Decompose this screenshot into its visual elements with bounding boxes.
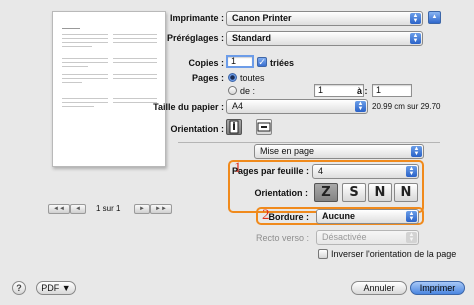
pages-per-sheet-label: Pages par feuille :	[231, 166, 309, 176]
print-button[interactable]: Imprimer	[410, 281, 465, 295]
section-select[interactable]: Mise en page ▲ ▼	[254, 144, 424, 159]
copies-field[interactable]: 1	[226, 55, 254, 68]
pages-all-radio[interactable]	[228, 73, 237, 82]
popup-arrows-icon: ▲ ▼	[406, 232, 417, 243]
collate-checkbox[interactable]: ✓	[257, 57, 267, 67]
pages-range-radio[interactable]	[228, 86, 237, 95]
border-value: Aucune	[322, 211, 356, 221]
printer-value: Canon Printer	[232, 13, 292, 23]
next-page-button[interactable]: ►	[134, 204, 150, 214]
pages-all-label: toutes	[240, 73, 265, 83]
reverse-orientation-checkbox[interactable]	[318, 249, 328, 259]
presets-select[interactable]: Standard ▲ ▼	[226, 31, 423, 46]
first-page-button[interactable]: ◄◄	[48, 204, 70, 214]
duplex-select: Désactivée ▲ ▼	[316, 230, 419, 245]
landscape-orientation-icon[interactable]	[256, 119, 272, 135]
layout-direction-z-icon[interactable]: Z	[314, 183, 338, 202]
pages-per-sheet-value: 4	[318, 166, 324, 176]
copies-label: Copies :	[188, 58, 224, 68]
paper-dimensions: 20.99 cm sur 29.70	[372, 102, 441, 111]
border-label: Bordure :	[268, 212, 310, 222]
pages-per-sheet-select[interactable]: 4 ▲ ▼	[312, 164, 419, 179]
pages-to-label: à :	[357, 86, 368, 96]
printer-label: Imprimante :	[169, 13, 224, 23]
paper-size-select[interactable]: A4 ▲ ▼	[226, 99, 368, 114]
pages-to-field[interactable]: 1	[372, 84, 412, 97]
pages-from-label: de :	[240, 86, 256, 96]
popup-arrows-icon: ▲ ▼	[406, 211, 417, 222]
presets-label: Préréglages :	[166, 33, 224, 43]
layout-direction-label: Orientation :	[254, 188, 309, 198]
help-button[interactable]: ?	[12, 281, 26, 295]
page-indicator: 1 sur 1	[96, 204, 121, 213]
reverse-orientation-label: Inverser l'orientation de la page	[331, 249, 457, 259]
paper-size-value: A4	[232, 101, 244, 111]
last-page-button[interactable]: ►►	[150, 204, 172, 214]
layout-direction-n-mirror-icon[interactable]: N	[394, 183, 418, 202]
page-preview	[52, 11, 166, 167]
pages-label: Pages :	[191, 73, 224, 83]
border-select[interactable]: Aucune ▲ ▼	[316, 209, 419, 224]
popup-arrows-icon: ▲ ▼	[355, 101, 366, 112]
portrait-orientation-icon[interactable]	[226, 119, 242, 135]
layout-direction-s-icon[interactable]: S	[342, 183, 366, 202]
collate-label: triées	[270, 58, 295, 68]
paper-size-label: Taille du papier :	[153, 102, 224, 112]
duplex-value: Désactivée	[322, 232, 367, 242]
popup-arrows-icon: ▲ ▼	[410, 33, 421, 44]
section-divider	[178, 142, 440, 143]
pdf-menu-button[interactable]: PDF ▼	[36, 281, 76, 295]
printer-select[interactable]: Canon Printer ▲ ▼	[226, 11, 423, 26]
layout-direction-n-icon[interactable]: N	[368, 183, 392, 202]
section-value: Mise en page	[260, 146, 315, 156]
disclosure-button[interactable]: ▲	[428, 11, 441, 24]
prev-page-button[interactable]: ◄	[70, 204, 86, 214]
duplex-label: Recto verso :	[255, 233, 309, 243]
popup-arrows-icon: ▲ ▼	[411, 146, 422, 157]
orientation-label: Orientation :	[170, 124, 225, 134]
presets-value: Standard	[232, 33, 272, 43]
cancel-button[interactable]: Annuler	[351, 281, 407, 295]
popup-arrows-icon: ▲ ▼	[410, 13, 421, 24]
popup-arrows-icon: ▲ ▼	[406, 166, 417, 177]
